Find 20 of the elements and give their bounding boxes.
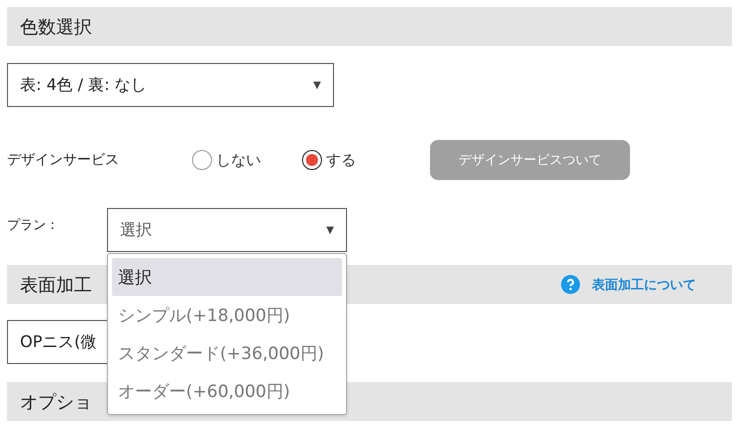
dropdown-option[interactable]: スタンダード(+36,000円) xyxy=(112,334,342,372)
color-select[interactable]: 表: 4色 / 裏: なし ▼ xyxy=(7,63,334,107)
section-title: オプショ xyxy=(20,390,92,414)
radio-label: しない xyxy=(216,150,261,170)
dropdown-option[interactable]: 選択 xyxy=(112,258,342,296)
section-title: 色数選択 xyxy=(20,16,92,38)
radio-button[interactable] xyxy=(192,150,212,170)
dropdown-arrow-icon: ▼ xyxy=(326,224,334,236)
design-service-button[interactable]: デザインサービスついて xyxy=(430,140,630,180)
section-title: 表面加工 xyxy=(20,274,92,296)
dropdown-arrow-icon: ▼ xyxy=(313,80,321,90)
radio-label: する xyxy=(326,150,356,170)
radio-button[interactable] xyxy=(302,150,322,170)
help-icon xyxy=(561,275,580,294)
help-link[interactable]: 表面加工について xyxy=(561,275,696,294)
dropdown-option[interactable]: シンプル(+18,000円) xyxy=(112,296,342,334)
plan-select[interactable]: 選択 ▼ xyxy=(107,208,347,252)
plan-label: プラン： xyxy=(7,217,60,234)
design-service-label: デザインサービス xyxy=(7,151,120,169)
dropdown-option[interactable]: オーダー(+60,000円) xyxy=(112,372,342,410)
